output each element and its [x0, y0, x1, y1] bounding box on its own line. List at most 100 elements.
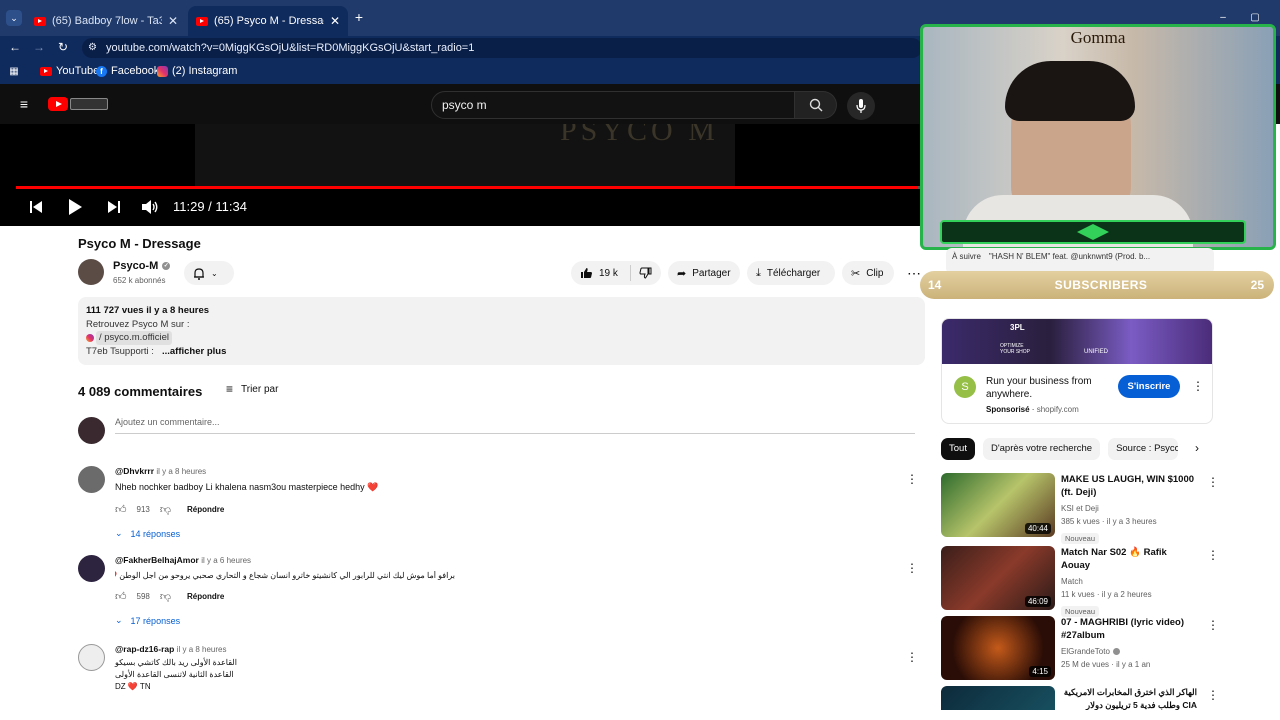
- channel-name[interactable]: Psyco-M ✓: [113, 260, 171, 272]
- dislike-icon[interactable]: 👎︎: [160, 590, 171, 603]
- voice-search-button[interactable]: [847, 92, 875, 120]
- recommendation-item[interactable]: 46:09 Match Nar S02 🔥 Rafik Aouay Match …: [941, 546, 1266, 619]
- video-thumbnail[interactable]: [941, 686, 1055, 710]
- reload-icon[interactable]: ↻: [56, 40, 70, 54]
- reply-button[interactable]: Répondre: [187, 592, 224, 601]
- chip-source[interactable]: Source : Psyco: [1108, 438, 1179, 460]
- recommendation-item[interactable]: 4:15 07 - MAGHRIBI (lyric video) #27albu…: [941, 616, 1266, 680]
- volume-icon[interactable]: [141, 199, 159, 215]
- recommendation-menu-icon[interactable]: ⋮: [1207, 549, 1219, 619]
- share-icon: ➦: [677, 267, 687, 280]
- tab-psyco-m[interactable]: (65) Psyco M - Dressage - YouT ✕: [188, 6, 348, 36]
- ad-banner-text: UNIFIED: [1084, 349, 1108, 355]
- comment-avatar[interactable]: [78, 555, 105, 582]
- bookmark-instagram[interactable]: (2) Instagram: [157, 65, 237, 77]
- reply-button[interactable]: Répondre: [187, 505, 224, 514]
- video-player[interactable]: PSYCO M: [0, 124, 925, 226]
- close-tab-icon[interactable]: ✕: [330, 14, 340, 28]
- recommendation-title[interactable]: MAKE US LAUGH, WIN $1000 (ft. Deji): [1061, 473, 1197, 499]
- site-info-icon[interactable]: ⚙: [88, 38, 97, 58]
- notifications-button[interactable]: ⌄: [184, 261, 234, 285]
- comment-menu-icon[interactable]: ⋮: [906, 651, 918, 663]
- menu-icon[interactable]: ≡: [16, 96, 32, 112]
- comment-author[interactable]: @Dhvkrrr il y a 8 heures: [115, 466, 895, 476]
- comment-menu-icon[interactable]: ⋮: [906, 473, 918, 485]
- recommendation-channel[interactable]: Match: [1061, 575, 1197, 588]
- description-box[interactable]: 111 727 vues il y a 8 heures Retrouvez P…: [78, 297, 925, 365]
- recommendation-channel[interactable]: ElGrandeToto: [1061, 645, 1110, 658]
- play-icon[interactable]: [66, 198, 84, 216]
- like-count[interactable]: 19 k: [599, 268, 618, 279]
- channel-avatar[interactable]: [78, 259, 104, 285]
- maximize-icon[interactable]: ▢: [1248, 10, 1262, 24]
- comment-time: il y a 8 heures: [156, 467, 207, 476]
- progress-fill[interactable]: [16, 186, 918, 189]
- show-more-link[interactable]: ...afficher plus: [162, 345, 226, 359]
- facebook-icon: f: [96, 65, 107, 77]
- tab-badboy[interactable]: (65) Badboy 7low - Ta3oun (Pr ✕: [26, 6, 186, 36]
- subscriber-goal-bar: 14 SUBSCRIBERS 25: [920, 271, 1274, 299]
- clip-button[interactable]: ✂ Clip: [842, 261, 894, 285]
- recommendation-info: Match Nar S02 🔥 Rafik Aouay Match 11 k v…: [1061, 546, 1197, 619]
- time-display: 11:29 / 11:34: [173, 199, 247, 214]
- recommendation-channel[interactable]: KSI et Deji: [1061, 502, 1197, 515]
- video-thumbnail[interactable]: 46:09: [941, 546, 1055, 610]
- ad-cta-button[interactable]: S'inscrire: [1118, 375, 1180, 398]
- video-overlay-text: PSYCO M: [560, 124, 719, 147]
- download-icon: ⤓: [756, 266, 761, 279]
- previous-icon[interactable]: [28, 199, 44, 215]
- sponsored-ad[interactable]: 3PL OPTIMIZE YOUR SHOP UNIFIED S Run you…: [941, 318, 1213, 424]
- recommendation-title[interactable]: 07 - MAGHRIBI (lyric video) #27album: [1061, 616, 1197, 642]
- instagram-link[interactable]: / psyco.m.officiel: [86, 331, 917, 345]
- dislike-icon[interactable]: [639, 267, 652, 279]
- new-tab-icon[interactable]: +: [352, 9, 366, 25]
- more-actions-icon[interactable]: ⋯: [907, 266, 921, 280]
- like-icon[interactable]: 👍︎: [115, 503, 127, 516]
- search-button[interactable]: [795, 91, 837, 119]
- download-button[interactable]: ⤓ Télécharger: [747, 261, 835, 285]
- minimize-icon[interactable]: –: [1216, 10, 1230, 24]
- replies-toggle[interactable]: ⌄ 17 réponses: [115, 615, 895, 626]
- back-icon[interactable]: ←: [8, 40, 22, 54]
- shopify-logo-icon: S: [954, 376, 976, 398]
- dislike-icon[interactable]: 👎︎: [160, 503, 171, 516]
- search-input[interactable]: psyco m: [431, 91, 795, 119]
- up-next-title: "HASH N' BLEM" feat. @unknwnt9 (Prod. b.…: [988, 252, 1151, 261]
- url-field[interactable]: ⚙ youtube.com/watch?v=0MiggKGsOjU&list=R…: [82, 38, 922, 58]
- add-comment-input[interactable]: Ajoutez un commentaire...: [115, 417, 915, 434]
- recommendation-title[interactable]: Match Nar S02 🔥 Rafik Aouay: [1061, 546, 1197, 572]
- like-icon[interactable]: [580, 267, 593, 279]
- next-icon[interactable]: [106, 199, 122, 215]
- url-text: youtube.com/watch?v=0MiggKGsOjU&list=RD0…: [106, 42, 475, 54]
- chip-all[interactable]: Tout: [941, 438, 975, 460]
- sort-button[interactable]: ≡ Trier par: [226, 382, 278, 396]
- comment-avatar[interactable]: [78, 644, 105, 671]
- apps-grid-icon[interactable]: ▦: [8, 65, 20, 77]
- recommendation-item[interactable]: الهاكر الذي اخترق المخابرات الامريكية CI…: [941, 686, 1266, 710]
- replies-toggle[interactable]: ⌄ 14 réponses: [115, 528, 895, 539]
- recommendation-menu-icon[interactable]: ⋮: [1207, 476, 1219, 546]
- comment-menu-icon[interactable]: ⋮: [906, 562, 918, 574]
- comment-body: @Dhvkrrr il y a 8 heures Nheb nochker ba…: [115, 466, 895, 539]
- chip-based-on-search[interactable]: D'après votre recherche: [982, 438, 1101, 460]
- video-thumbnail[interactable]: 4:15: [941, 616, 1055, 680]
- ad-menu-icon[interactable]: ⋮: [1192, 380, 1204, 392]
- forward-icon[interactable]: →: [32, 40, 46, 54]
- close-tab-icon[interactable]: ✕: [168, 14, 178, 28]
- comment-avatar[interactable]: [78, 466, 105, 493]
- recommendation-title[interactable]: الهاكر الذي اخترق المخابرات الامريكية CI…: [1061, 686, 1197, 710]
- webcam-overlay: Gomma: [920, 24, 1276, 250]
- recommendation-item[interactable]: 40:44 MAKE US LAUGH, WIN $1000 (ft. Deji…: [941, 473, 1266, 546]
- comment-author[interactable]: @rap-dz16-rap il y a 8 heures: [115, 644, 895, 654]
- like-icon[interactable]: 👍︎: [115, 590, 127, 603]
- share-button[interactable]: ➦ Partager: [668, 261, 740, 285]
- recommendation-menu-icon[interactable]: ⋮: [1207, 689, 1219, 710]
- bookmark-facebook[interactable]: f Facebook: [96, 65, 159, 77]
- youtube-logo[interactable]: [48, 97, 110, 111]
- comment-author[interactable]: @FakherBelhajAmor il y a 6 heures: [115, 555, 895, 565]
- bookmark-youtube[interactable]: YouTube: [40, 65, 99, 77]
- recommendation-menu-icon[interactable]: ⋮: [1207, 619, 1219, 680]
- video-thumbnail[interactable]: 40:44: [941, 473, 1055, 537]
- chevron-right-icon[interactable]: ›: [1192, 442, 1202, 454]
- tab-search-icon[interactable]: ⌄: [6, 10, 22, 26]
